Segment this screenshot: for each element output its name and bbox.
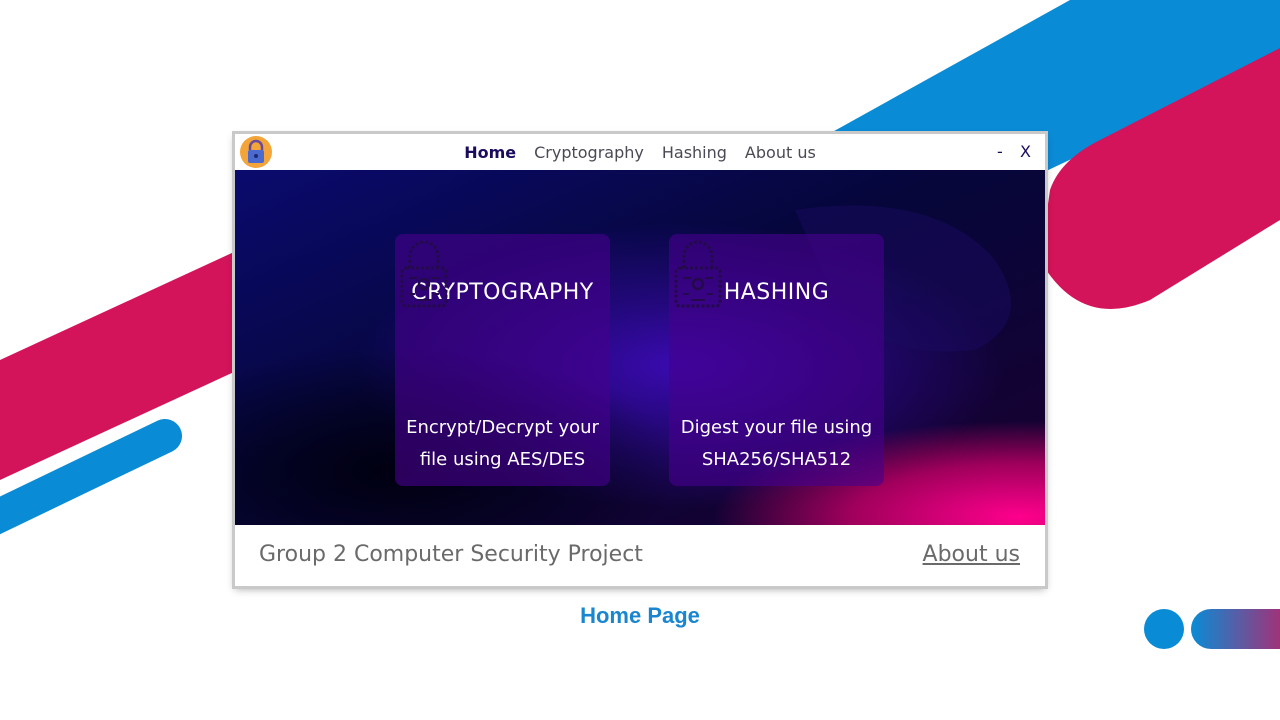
nav-hashing[interactable]: Hashing	[662, 143, 727, 162]
nav-home[interactable]: Home	[464, 143, 516, 162]
about-us-link[interactable]: About us	[923, 542, 1020, 567]
footer-title: Group 2 Computer Security Project	[259, 542, 643, 567]
hashing-card[interactable]: HASHING Digest your file using SHA256/SH…	[669, 234, 884, 486]
main-nav: Home Cryptography Hashing About us	[235, 134, 1045, 170]
footer: Group 2 Computer Security Project About …	[235, 525, 1045, 586]
cryptography-card[interactable]: CRYPTOGRAPHY Encrypt/Decrypt your file u…	[395, 234, 610, 486]
hero-background	[235, 170, 1045, 525]
padlock-icon	[400, 240, 448, 308]
card-description: Encrypt/Decrypt your file using AES/DES	[406, 417, 599, 470]
title-bar: Home Cryptography Hashing About us - X	[235, 134, 1045, 170]
app-window: Home Cryptography Hashing About us - X C…	[235, 134, 1045, 586]
hero-banner: CRYPTOGRAPHY Encrypt/Decrypt your file u…	[235, 170, 1045, 525]
minimize-button[interactable]: -	[997, 142, 1003, 161]
slide-caption: Home Page	[580, 603, 700, 628]
nav-about-us[interactable]: About us	[745, 143, 816, 162]
padlock-icon	[674, 240, 722, 308]
card-description: Digest your file using SHA256/SHA512	[680, 417, 873, 470]
nav-cryptography[interactable]: Cryptography	[534, 143, 644, 162]
close-button[interactable]: X	[1020, 142, 1031, 161]
